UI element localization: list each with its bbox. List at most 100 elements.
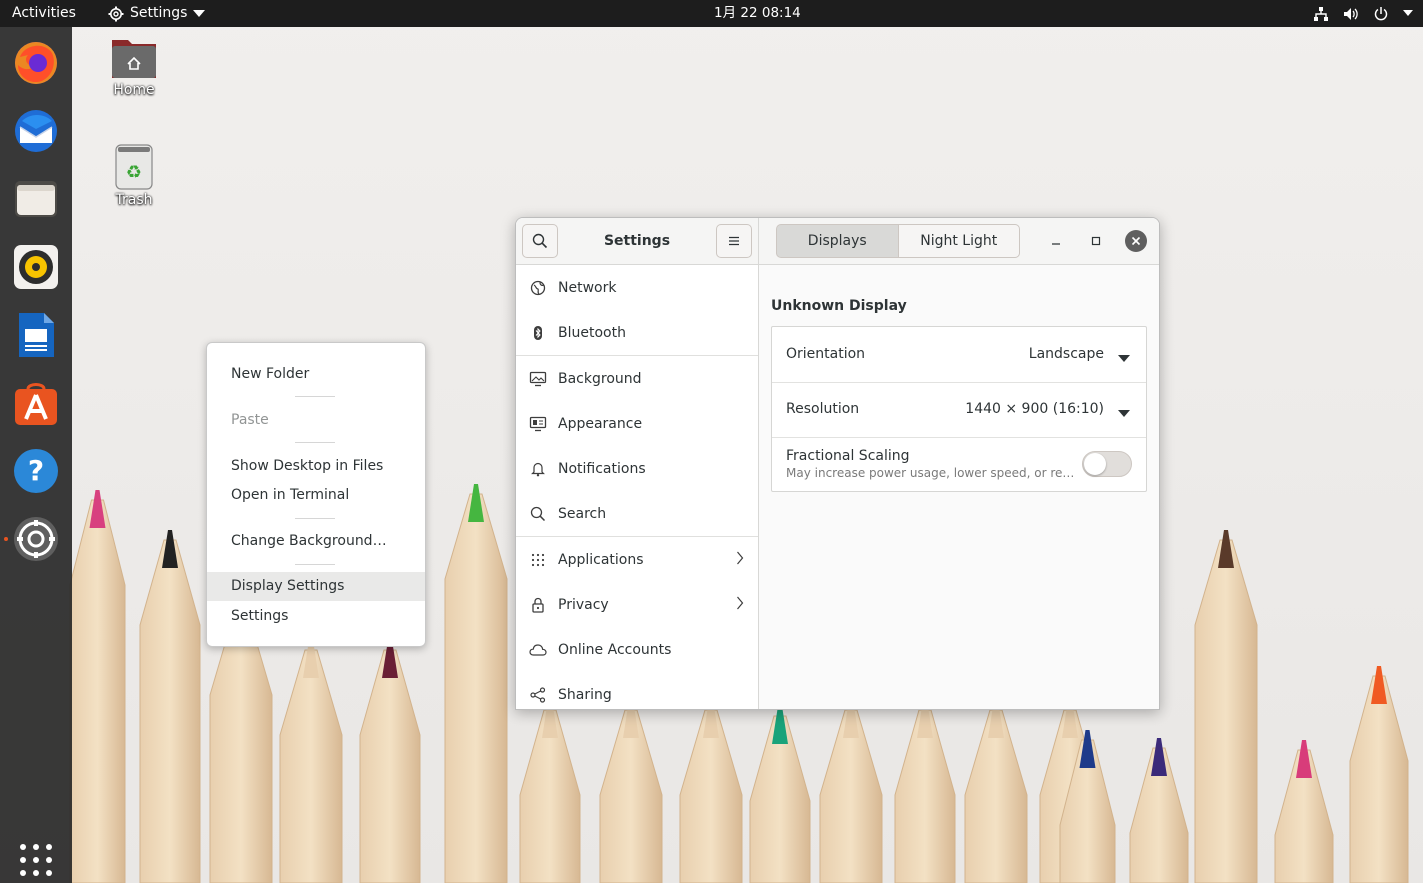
sidebar-item-label: Appearance <box>558 415 643 432</box>
sidebar-item-privacy[interactable]: Privacy <box>516 582 758 627</box>
clock[interactable]: 1月 22 08:14 <box>714 0 801 27</box>
fractional-scaling-description: May increase power usage, lower speed, o… <box>786 466 1076 480</box>
sidebar-item-label: Applications <box>558 551 644 568</box>
sidebar-item-label: Notifications <box>558 460 646 477</box>
sidebar-header: Settings <box>516 218 759 265</box>
app-menu-label: Settings <box>130 5 188 21</box>
bell-icon <box>529 460 547 478</box>
display-name: Unknown Display <box>771 298 907 314</box>
system-tray[interactable] <box>1313 0 1413 27</box>
menu-separator <box>295 442 335 443</box>
sidebar-item-sharing[interactable]: Sharing <box>516 672 758 709</box>
home-folder-icon <box>112 40 156 78</box>
help-icon[interactable]: ? <box>12 447 60 495</box>
background-icon <box>529 370 547 388</box>
caret-down-icon <box>193 9 206 17</box>
search-button[interactable] <box>522 224 558 258</box>
cloud-icon <box>529 641 547 659</box>
menu-item-paste: Paste <box>231 412 269 428</box>
menu-item-display-settings[interactable]: Display Settings <box>207 572 425 601</box>
power-icon[interactable] <box>1373 6 1389 22</box>
fractional-scaling-row: Fractional Scaling May increase power us… <box>772 437 1146 492</box>
dock: ? <box>0 27 72 883</box>
network-icon <box>529 279 547 297</box>
rhythmbox-icon[interactable] <box>12 243 60 291</box>
content-header: Displays Night Light <box>759 218 1159 265</box>
share-icon <box>529 686 547 704</box>
dropdown-arrow-icon <box>1118 350 1130 366</box>
switch-knob <box>1084 453 1106 475</box>
display-settings-list: Orientation Landscape Resolution 1440 × … <box>771 326 1147 492</box>
chevron-right-icon <box>736 551 744 569</box>
settings-window: Settings Displays Night Light Network Bl… <box>515 217 1160 710</box>
tab-night-light[interactable]: Night Light <box>897 224 1020 258</box>
menu-item-open-in-terminal[interactable]: Open in Terminal <box>207 481 425 509</box>
files-icon[interactable] <box>12 175 60 223</box>
sidebar-item-network[interactable]: Network <box>516 265 758 310</box>
thunderbird-icon[interactable] <box>12 107 60 155</box>
sidebar-item-label: Background <box>558 370 642 387</box>
minimize-icon <box>1052 243 1060 245</box>
fractional-scaling-switch[interactable] <box>1082 451 1132 477</box>
libreoffice-writer-icon[interactable] <box>12 311 60 359</box>
primary-menu-button[interactable] <box>716 224 752 258</box>
app-menu-button[interactable]: Settings <box>108 0 206 27</box>
sidebar-item-applications[interactable]: Applications <box>516 537 758 582</box>
show-applications-icon[interactable] <box>17 841 55 879</box>
desktop-trash[interactable]: ♻ Trash <box>89 144 179 208</box>
menu-separator <box>295 518 335 519</box>
firefox-icon[interactable] <box>12 39 60 87</box>
sidebar-item-label: Network <box>558 279 617 296</box>
sidebar-item-bluetooth[interactable]: Bluetooth <box>516 310 758 355</box>
dropdown-arrow-icon <box>1118 405 1130 421</box>
sidebar-item-search[interactable]: Search <box>516 491 758 536</box>
menu-item-new-folder[interactable]: New Folder <box>207 360 425 388</box>
svg-text:♻: ♻ <box>126 162 142 183</box>
running-indicator <box>4 537 8 541</box>
hamburger-menu-icon <box>729 236 739 246</box>
trash-icon: ♻ <box>115 144 153 190</box>
sidebar-item-appearance[interactable]: Appearance <box>516 401 758 446</box>
sidebar-item-notifications[interactable]: Notifications <box>516 446 758 491</box>
volume-icon[interactable] <box>1343 6 1359 22</box>
home-label: Home <box>113 82 155 98</box>
close-icon <box>1131 236 1141 246</box>
maximize-button[interactable] <box>1085 230 1107 252</box>
gear-icon <box>108 6 124 21</box>
close-button[interactable] <box>1125 230 1147 252</box>
activities-button[interactable]: Activities <box>12 0 76 27</box>
network-wired-icon[interactable] <box>1313 6 1329 22</box>
applications-grid-icon <box>529 551 547 569</box>
caret-down-icon[interactable] <box>1403 10 1413 17</box>
displays-panel: Unknown Display Orientation Landscape Re… <box>759 265 1159 709</box>
window-title: Settings <box>603 233 671 249</box>
orientation-value: Landscape <box>1028 346 1104 362</box>
menu-item-change-background[interactable]: Change Background… <box>207 527 425 555</box>
desktop-home-folder[interactable]: Home <box>89 36 179 98</box>
settings-sidebar: Network Bluetooth Background Appearance … <box>516 265 759 709</box>
chevron-right-icon <box>736 596 744 614</box>
desktop-context-menu: New Folder Paste Show Desktop in Files O… <box>206 342 426 647</box>
tab-displays[interactable]: Displays <box>776 224 898 258</box>
appearance-icon <box>529 415 547 433</box>
orientation-label: Orientation <box>786 346 866 362</box>
search-icon <box>529 505 547 523</box>
resolution-value: 1440 × 900 (16:10) <box>965 401 1104 417</box>
menu-item-show-desktop-in-files[interactable]: Show Desktop in Files <box>207 452 425 480</box>
sidebar-item-label: Sharing <box>558 686 612 703</box>
ubuntu-software-icon[interactable] <box>12 379 60 427</box>
sidebar-item-background[interactable]: Background <box>516 356 758 401</box>
view-switcher: Displays Night Light <box>776 224 1020 258</box>
sidebar-item-label: Privacy <box>558 596 609 613</box>
sidebar-item-label: Bluetooth <box>558 324 626 341</box>
maximize-icon <box>1091 236 1101 246</box>
orientation-row[interactable]: Orientation Landscape <box>772 327 1146 382</box>
menu-item-settings[interactable]: Settings <box>207 602 425 630</box>
svg-text:?: ? <box>28 454 44 487</box>
sidebar-item-label: Search <box>558 505 607 522</box>
lock-icon <box>529 596 547 614</box>
settings-icon[interactable] <box>12 515 60 563</box>
sidebar-item-online-accounts[interactable]: Online Accounts <box>516 627 758 672</box>
resolution-row[interactable]: Resolution 1440 × 900 (16:10) <box>772 382 1146 437</box>
minimize-button[interactable] <box>1045 230 1067 252</box>
